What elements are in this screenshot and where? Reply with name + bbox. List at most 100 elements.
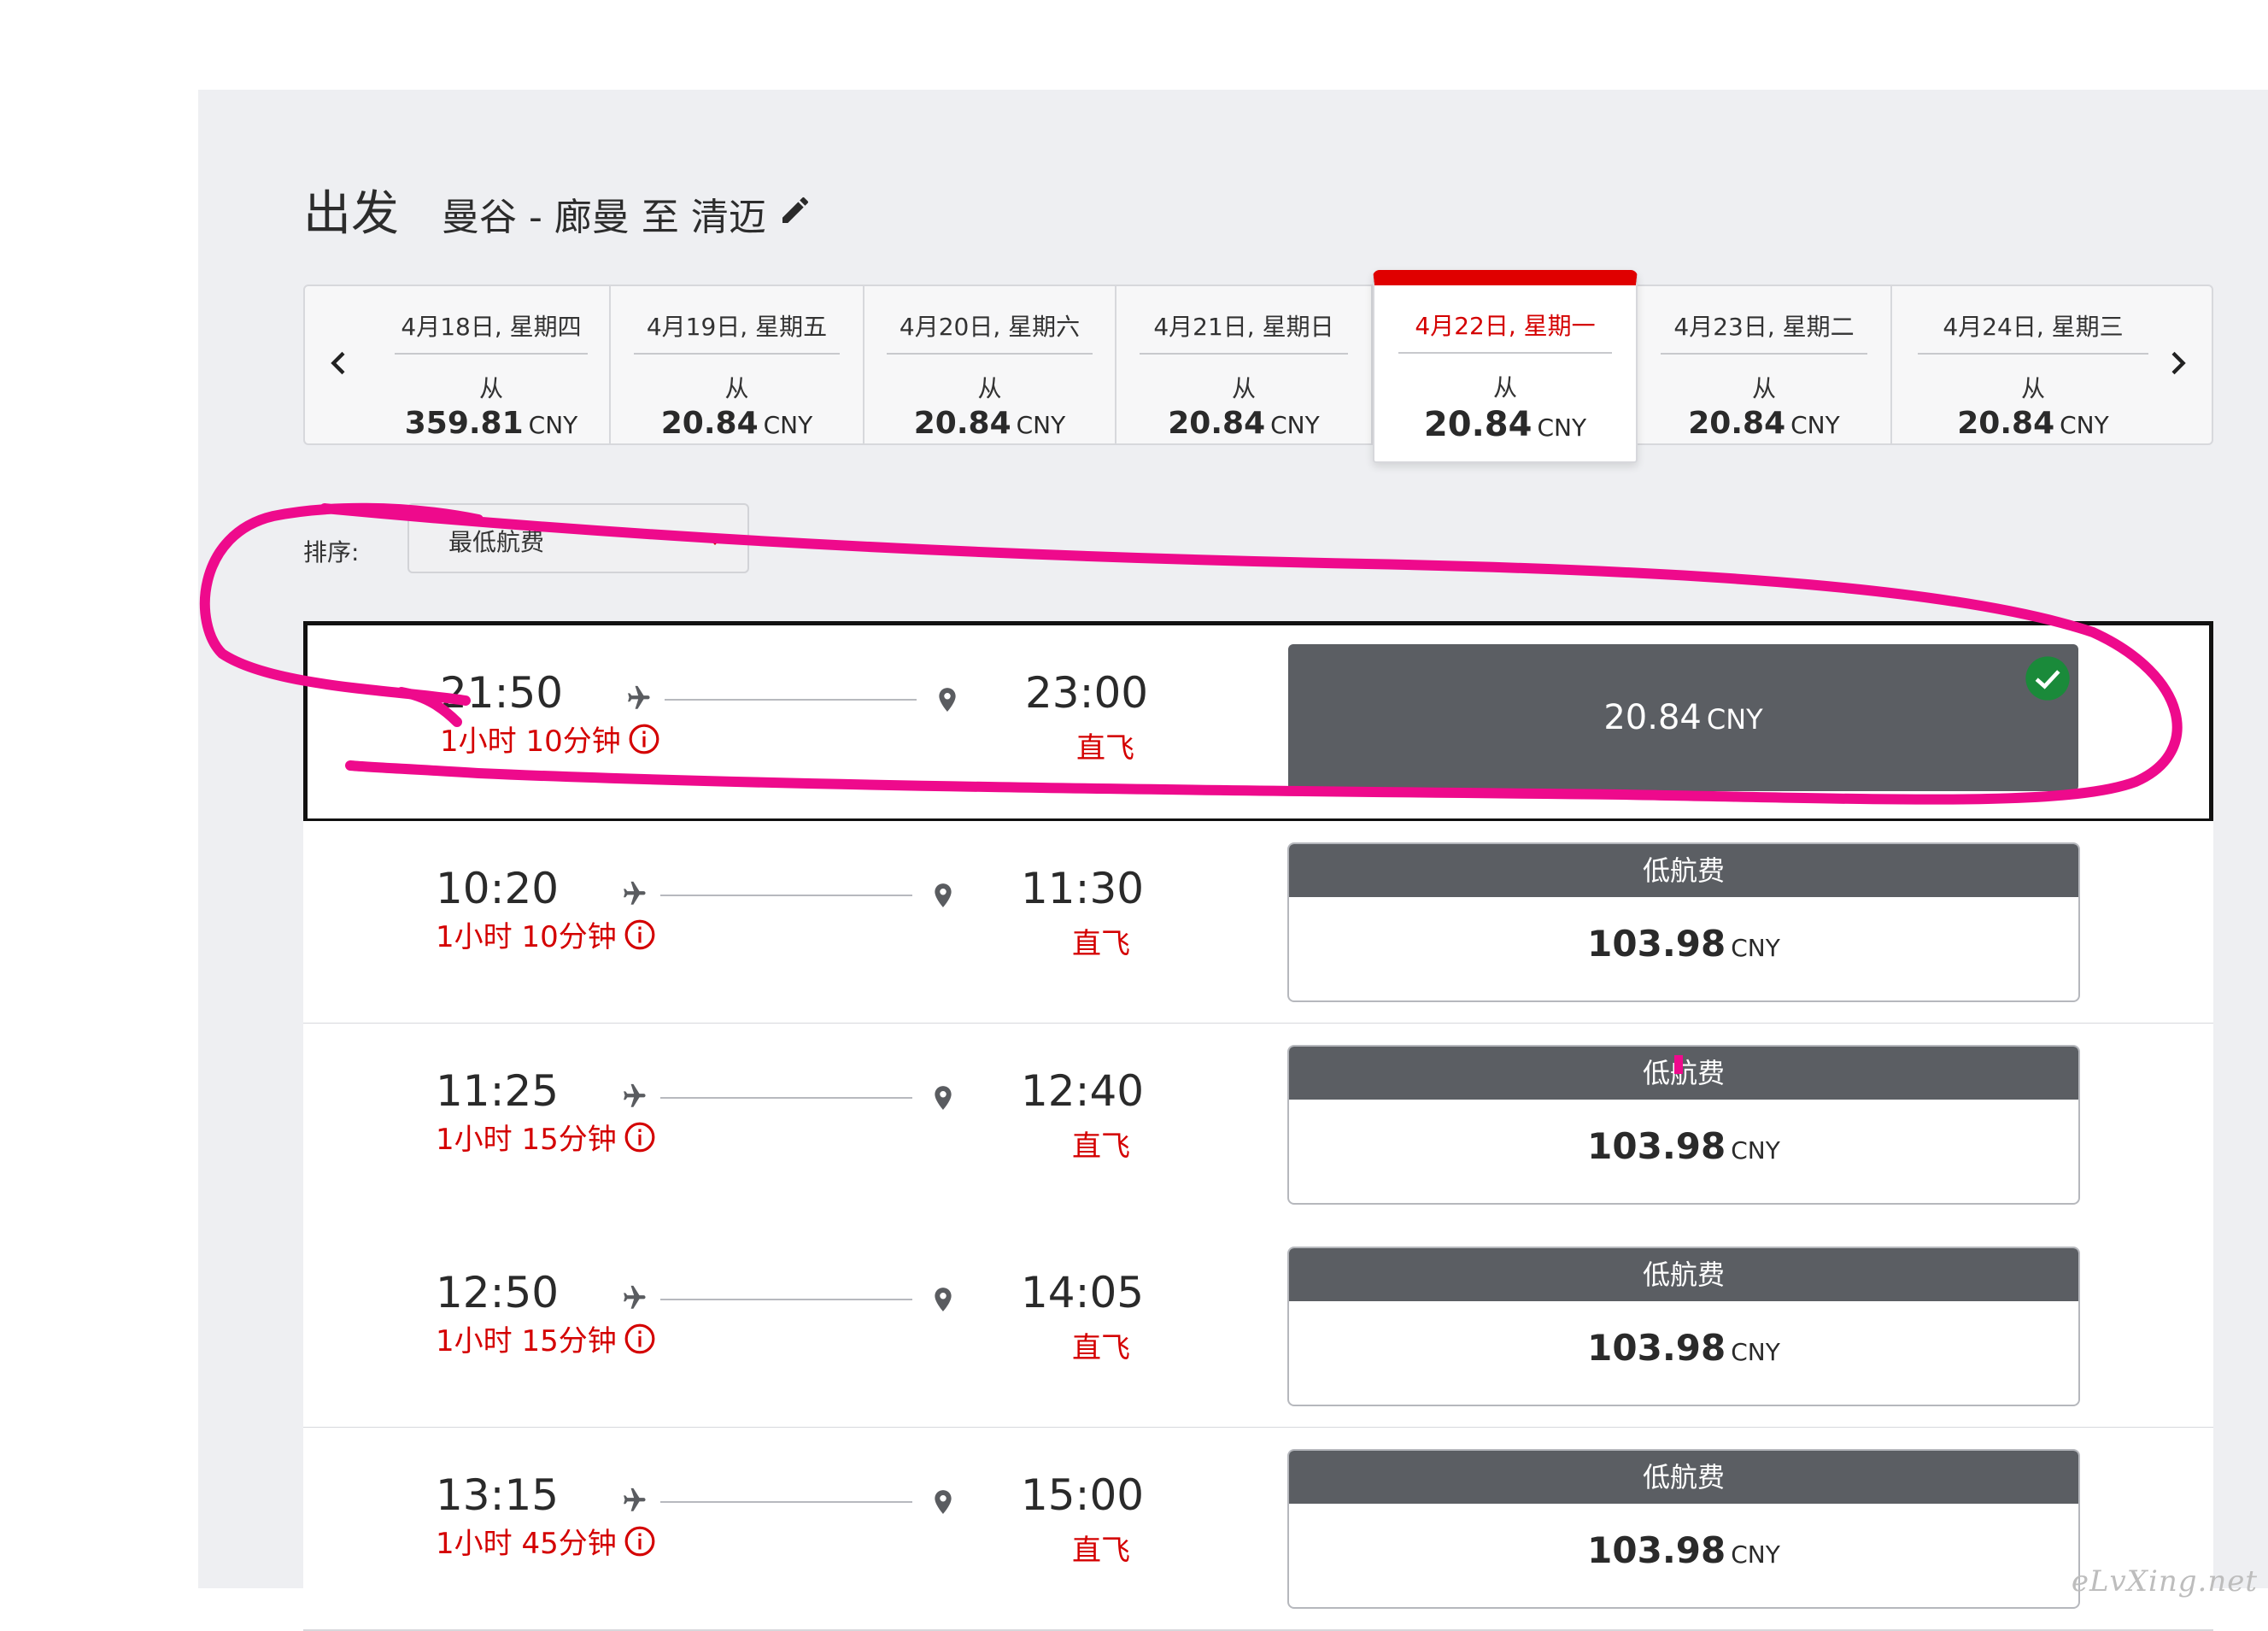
from-label: 从 [478,374,503,402]
fare-currency: CNY [1270,411,1320,439]
date-label: 4月19日, 星期五 [633,308,841,355]
location-pin-icon [935,1288,952,1311]
from-label: 从 [1492,373,1517,402]
fare-amount: 103.98 [1587,1125,1726,1167]
plane-icon [624,881,646,905]
from-label: 从 [1751,374,1776,402]
info-icon[interactable] [624,1121,656,1153]
plane-icon [628,685,650,709]
fare-amount: 20.84 [1603,698,1702,737]
arrival-time: 11:30 [1021,864,1145,913]
fare-price: 103.98 CNY [1289,1529,2078,1571]
plane-icon [624,1285,646,1309]
arrival-time: 12:40 [1021,1066,1145,1116]
fare-type-label: 低航费 [1289,1451,2078,1504]
caret-down-icon [706,536,724,545]
arrival-time: 14:05 [1021,1268,1145,1317]
fare-currency: CNY [1537,414,1587,442]
stops-label: 直飞 [1072,1129,1130,1164]
fare-price: 103.98 CNY [1289,923,2078,965]
fare-amount: 103.98 [1587,923,1726,965]
page-header: 出发 曼谷 - 廊曼 至 清迈 [303,175,812,244]
date-label: 4月22日, 星期一 [1398,308,1613,354]
next-dates-button[interactable] [2152,337,2203,389]
duration-text: 1小时 15分钟 [436,1123,617,1157]
route-line [660,1501,912,1503]
fare-amount: 20.84 [660,406,759,441]
date-tab[interactable]: 4月21日, 星期日从 20.84 CNY [1116,286,1373,443]
flight-row[interactable]: 13:15 1小时 45分钟 15:00 直飞 低航费 103.98 CNY [303,1428,2213,1631]
flight-row[interactable]: 12:50 1小时 15分钟 14:05 直飞 低航费 103.98 CNY [303,1225,2213,1429]
route-line [660,1299,912,1300]
flight-duration: 1小时 15分钟 [436,1116,656,1158]
date-tab[interactable]: 4月19日, 星期五从 20.84 CNY [611,286,864,443]
chevron-right-icon [2171,351,2186,375]
fare-amount: 20.84 [1688,406,1786,441]
route-title: 曼谷 - 廊曼 至 清迈 [442,196,766,239]
route-line [660,1097,912,1099]
date-tab[interactable]: 4月20日, 星期六从 20.84 CNY [864,286,1116,443]
fare-button[interactable]: 低航费 103.98 CNY [1287,1045,2080,1205]
date-tab[interactable]: 4月24日, 星期三从 20.84 CNY [1892,286,2174,443]
prev-dates-button[interactable] [314,337,365,389]
flight-duration: 1小时 45分钟 [436,1520,656,1562]
fare-type-label: 低航费 [1289,844,2078,897]
fare-price: 103.98 CNY [1289,1125,2078,1167]
fare-currency: CNY [1731,1136,1780,1165]
departure-time: 13:15 [436,1470,560,1520]
fare-button[interactable]: 低航费 103.98 CNY [1287,1449,2080,1609]
date-fare: 20.84 CNY [1638,406,1890,441]
selected-fare-button[interactable]: 20.84 CNY [1288,644,2078,791]
info-icon[interactable] [624,918,656,951]
fare-amount: 359.81 [404,406,524,441]
info-icon[interactable] [624,1525,656,1558]
route-line [660,895,912,896]
info-icon[interactable] [628,723,660,755]
fare-amount: 20.84 [1423,405,1533,444]
date-fare: 20.84 CNY [864,406,1115,441]
location-pin-icon [935,1086,952,1110]
date-tab[interactable]: 4月23日, 星期二从 20.84 CNY [1638,286,1892,443]
stops-label: 直飞 [1072,927,1130,961]
sort-value: 最低航费 [448,528,545,556]
fare-amount: 20.84 [913,406,1011,441]
location-pin-icon [935,883,952,907]
flight-duration: 1小时 10分钟 [440,718,660,760]
pencil-icon[interactable] [778,193,812,227]
fare-price: 103.98 CNY [1289,1327,2078,1369]
date-label: 4月21日, 星期日 [1139,308,1349,355]
arrival-time: 15:00 [1021,1470,1145,1520]
flight-row[interactable]: 10:20 1小时 10分钟 11:30 直飞 低航费 103.98 CNY [303,821,2213,1024]
departure-time: 12:50 [436,1268,560,1317]
date-fare: 359.81 CNY [373,406,609,441]
date-fare: 20.84 CNY [1116,406,1371,441]
from-label: 从 [2020,374,2045,402]
fare-button[interactable]: 低航费 103.98 CNY [1287,842,2080,1002]
date-fare: 20.84 CNY [611,406,863,441]
flight-row[interactable]: 11:25 1小时 15分钟 12:40 直飞 低航费 103.98 CNY [303,1024,2213,1227]
duration-text: 1小时 10分钟 [440,725,621,759]
fare-button[interactable]: 低航费 103.98 CNY [1287,1247,2080,1406]
flight-duration: 1小时 15分钟 [436,1317,656,1359]
sort-dropdown[interactable]: 最低航费 [407,503,749,573]
stops-label: 直飞 [1076,731,1134,766]
from-label: 从 [1231,374,1256,402]
from-label: 从 [724,374,749,402]
fare-currency: CNY [763,411,813,439]
chevron-left-icon [331,351,345,375]
fare-amount: 20.84 [1957,406,2055,441]
route-line [665,699,917,701]
flight-row[interactable]: 21:50 1小时 10分钟 23:00 直飞 20.84 CNY [303,621,2213,823]
from-label: 从 [977,374,1002,402]
date-label: 4月23日, 星期二 [1660,308,1868,355]
departure-time: 21:50 [440,668,564,718]
stops-label: 直飞 [1072,1534,1130,1568]
date-tab[interactable]: 4月18日, 星期四从 359.81 CNY [373,286,611,443]
fare-currency: CNY [1016,411,1066,439]
date-tab[interactable]: 4月22日, 星期一从 20.84 CNY [1373,270,1638,463]
watermark: eLvXing.net [2071,1564,2258,1599]
fare-amount: 103.98 [1587,1327,1726,1369]
duration-text: 1小时 10分钟 [436,920,617,954]
date-label: 4月20日, 星期六 [887,308,1093,355]
info-icon[interactable] [624,1323,656,1355]
